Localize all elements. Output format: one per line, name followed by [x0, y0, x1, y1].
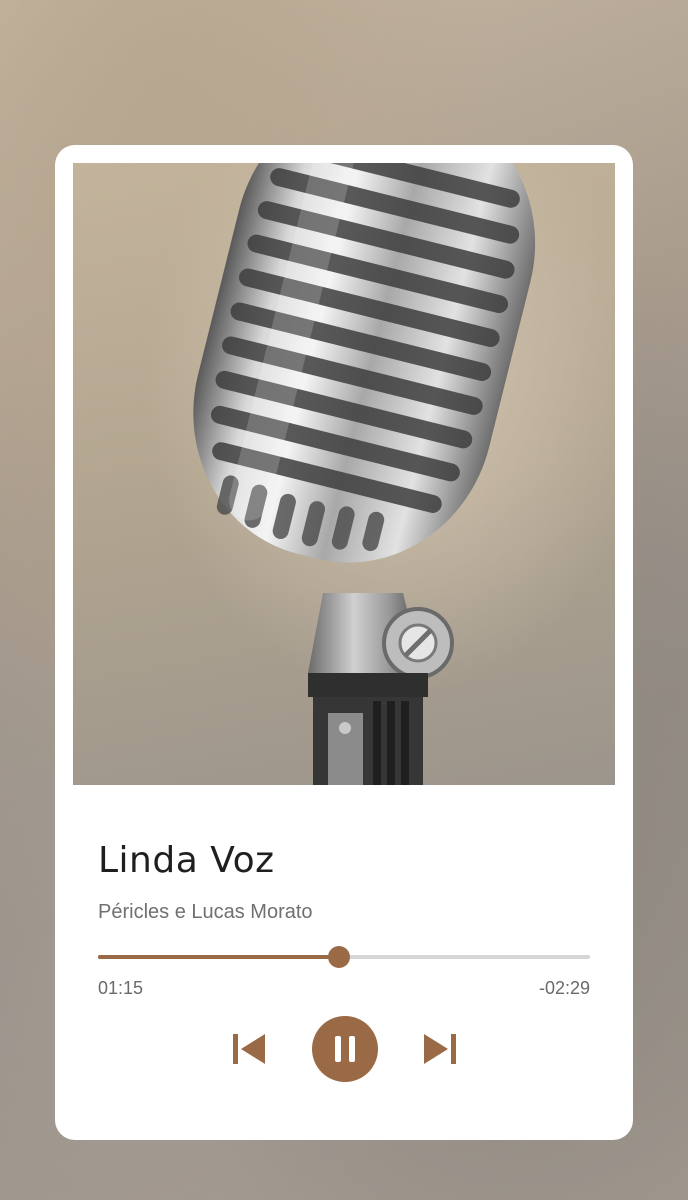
microphone-artwork [193, 163, 536, 785]
progress-handle[interactable] [328, 946, 351, 968]
progress-slider[interactable] [98, 945, 590, 969]
track-title: Linda Voz [98, 840, 275, 881]
elapsed-time: 01:15 [98, 978, 144, 998]
playback-controls [55, 1016, 633, 1082]
pause-button[interactable] [312, 1016, 378, 1082]
skip-previous-icon[interactable] [231, 1031, 267, 1067]
track-artist: Péricles e Lucas Morato [98, 901, 313, 923]
album-artwork [73, 163, 615, 785]
progress-fill [98, 955, 340, 959]
skip-next-icon[interactable] [422, 1031, 458, 1067]
remaining-time: -02:29 [538, 978, 590, 998]
player-card: Linda Voz Péricles e Lucas Morato 01:15 … [55, 145, 633, 1140]
